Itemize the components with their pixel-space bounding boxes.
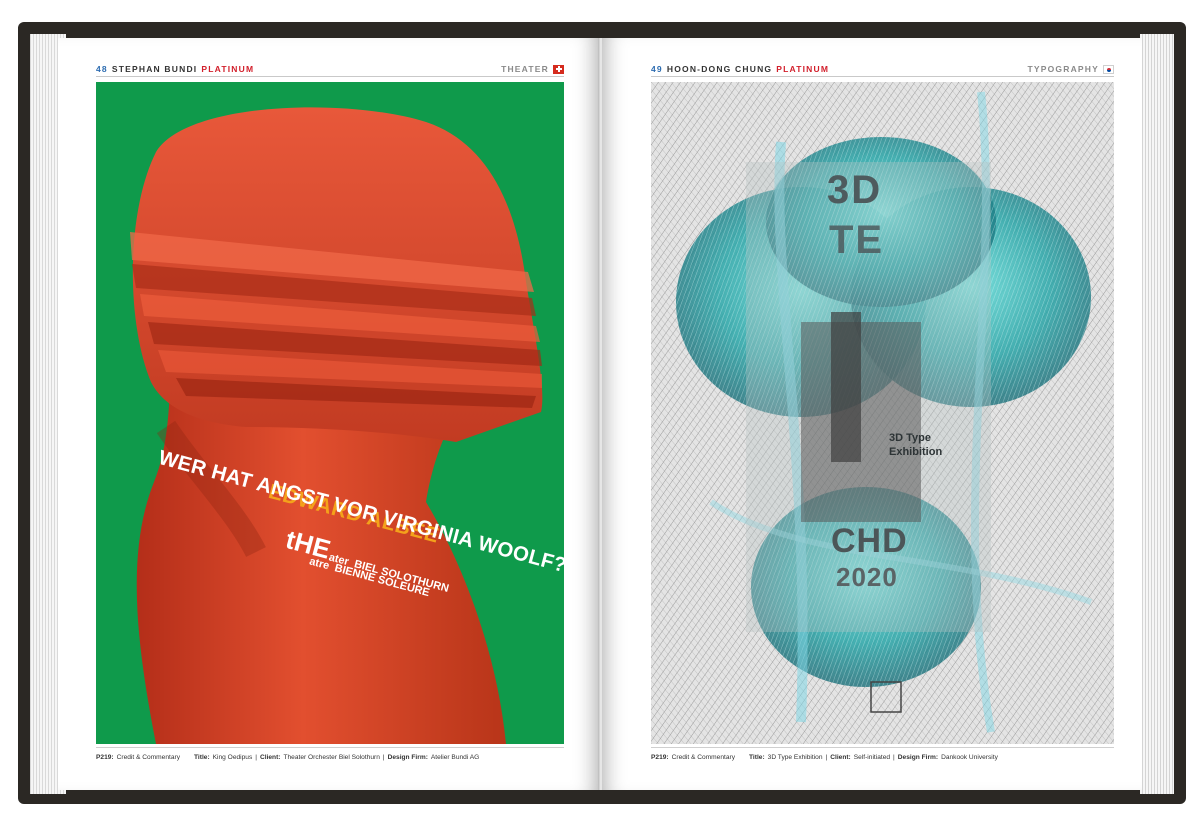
footer-firm-label: Design Firm:: [897, 753, 939, 761]
header-divider: [651, 76, 1114, 77]
right-page-header: 49 HOON-DONG CHUNG PLATINUM TYPOGRAPHY: [651, 62, 1114, 76]
footer-title-value: King Oedipus: [212, 753, 253, 761]
footer-ref-label: Credit & Commentary: [671, 753, 736, 761]
award-label: PLATINUM: [776, 64, 830, 74]
category-text: TYPOGRAPHY: [1027, 64, 1099, 74]
poster-chd-text: CHD: [831, 522, 908, 560]
award-label: PLATINUM: [201, 64, 255, 74]
category-label: THEATER: [501, 64, 564, 74]
footer-firm-value: Atelier Bundi AG: [430, 753, 480, 761]
designer-name: HOON-DONG CHUNG: [666, 64, 773, 74]
left-page-footer: P219: Credit & Commentary Title: King Oe…: [96, 753, 480, 761]
left-page-header: 48 STEPHAN BUNDI PLATINUM THEATER: [96, 62, 564, 76]
category-text: THEATER: [501, 64, 549, 74]
footer-divider: [96, 747, 564, 748]
poster-te-text: TE: [829, 218, 885, 262]
swiss-flag-icon: [553, 64, 564, 74]
footer-client-label: Client:: [259, 753, 281, 761]
poster-side-text-1: 3D Type: [889, 432, 931, 444]
right-page-footer: P219: Credit & Commentary Title: 3D Type…: [651, 753, 998, 761]
header-divider: [96, 76, 564, 77]
page-number: 49: [651, 64, 663, 74]
page-number: 48: [96, 64, 108, 74]
poster-year-text: 2020: [836, 562, 898, 592]
footer-ref: P219:: [651, 753, 669, 761]
typography-poster: 3D TE CHD 2020 3D Type Exhibition: [651, 82, 1114, 744]
footer-ref: P219:: [96, 753, 114, 761]
footer-ref-label: Credit & Commentary: [116, 753, 181, 761]
poster-artwork: [651, 82, 1114, 744]
footer-firm-label: Design Firm:: [387, 753, 428, 761]
footer-firm-value: Dankook University: [941, 753, 998, 761]
footer-client-value: Theater Orchester Biel Solothurn: [283, 753, 380, 761]
theater-poster: EDWARD ALBEE WER HAT ANGST VOR VIRGINIA …: [96, 82, 564, 744]
footer-client-value: Self-initiated: [853, 753, 891, 761]
poster-side-text-2: Exhibition: [889, 446, 943, 458]
category-label: TYPOGRAPHY: [1027, 64, 1114, 74]
designer-name: STEPHAN BUNDI: [111, 64, 198, 74]
poster-3d-text: 3D: [827, 168, 883, 212]
poster-artwork: [130, 107, 543, 744]
right-page-edges: [1140, 34, 1174, 794]
footer-title-value: 3D Type Exhibition: [767, 753, 823, 761]
footer-divider: [651, 747, 1114, 748]
footer-client-label: Client:: [830, 753, 851, 761]
footer-title-label: Title:: [194, 753, 210, 761]
footer-title-label: Title:: [749, 753, 765, 761]
korean-flag-icon: [1103, 64, 1114, 74]
